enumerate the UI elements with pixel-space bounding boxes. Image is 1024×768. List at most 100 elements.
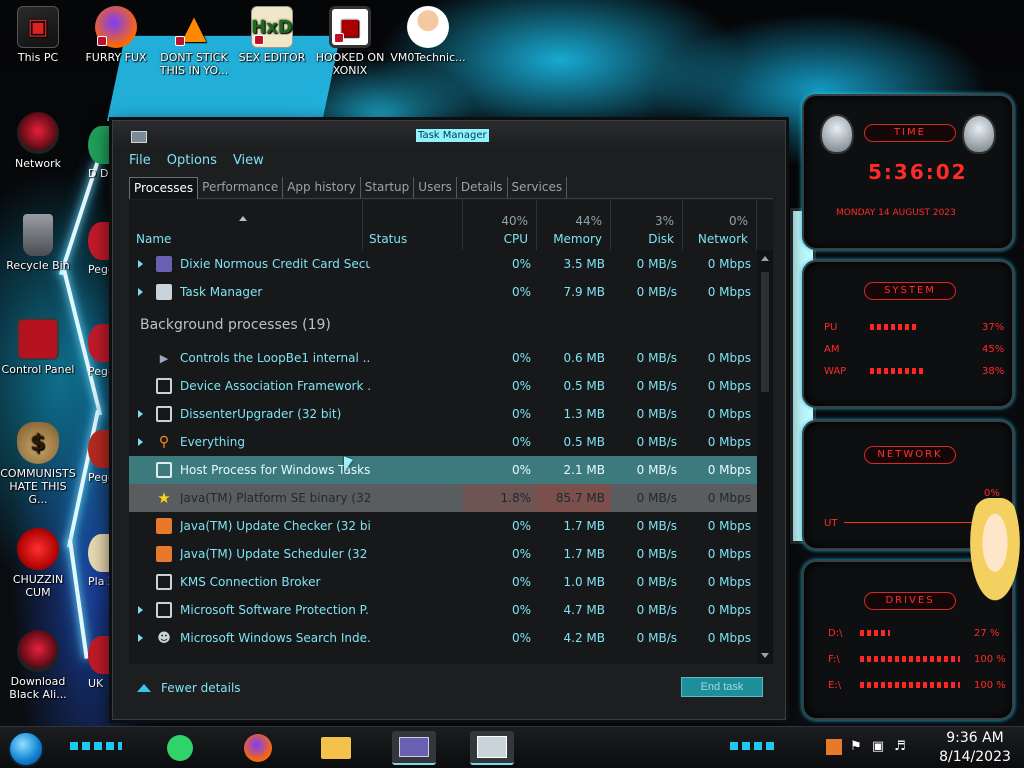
column-header-label: Disk: [648, 232, 674, 246]
hud-system-panel: SYSTEM PU 37% AM 45% WAP 38%: [802, 260, 1014, 408]
tab-startup[interactable]: Startup: [361, 177, 415, 198]
desktop-icon-recycle-bin[interactable]: Recycle Bin: [0, 214, 76, 272]
process-row[interactable]: Task Manager 0% 7.9 MB 0 MB/s 0 Mbps: [129, 278, 757, 306]
taskbar-decoration: [70, 742, 122, 750]
desktop-icon-peek[interactable]: D DU: [88, 126, 114, 180]
hud-drive-value: 27 %: [974, 628, 1000, 639]
desktop-icon-download-black-ali[interactable]: Download Black Ali...: [0, 630, 76, 701]
process-row[interactable]: ⚲ Everything 0% 0.5 MB 0 MB/s 0 Mbps: [129, 428, 757, 456]
tab-app-history[interactable]: App history: [283, 177, 361, 198]
desktop-icon-vm0technic[interactable]: VM0Technic...: [390, 6, 466, 64]
start-button[interactable]: [8, 731, 44, 767]
tab-details[interactable]: Details: [457, 177, 508, 198]
process-rows: Dixie Normous Credit Card Secu... 0% 3.5…: [129, 250, 757, 652]
firefox-icon: [95, 6, 137, 48]
java-tray-icon[interactable]: [826, 739, 842, 755]
expand-chevron-icon[interactable]: [138, 260, 143, 268]
credit-card-icon: [399, 737, 429, 757]
process-row-high-usage[interactable]: ★ Java(TM) Platform SE binary (32... 1.8…: [129, 484, 757, 512]
desktop-icon-dont-stick[interactable]: ▲ DONT STICK THIS IN YO...: [156, 6, 232, 78]
column-header-label: Status: [369, 232, 408, 246]
scroll-up-icon[interactable]: [761, 256, 769, 261]
process-disk: 0 MB/s: [636, 491, 677, 505]
tab-users[interactable]: Users: [414, 177, 457, 198]
credit-card-icon: [156, 256, 172, 272]
desktop-icon-this-pc[interactable]: ▣ This PC: [0, 6, 76, 64]
process-row[interactable]: DissenterUpgrader (32 bit) 0% 1.3 MB 0 M…: [129, 400, 757, 428]
column-header-memory[interactable]: 44% Memory: [537, 200, 611, 250]
process-row[interactable]: ☻ Microsoft Windows Search Inde... 0% 4.…: [129, 624, 757, 652]
title-bar[interactable]: Task Manager: [113, 121, 785, 151]
search-indexer-icon: ☻: [157, 630, 171, 646]
process-row[interactable]: Microsoft Software Protection P... 0% 4.…: [129, 596, 757, 624]
desktop-icon-furry-fux[interactable]: FURRY FUX: [78, 6, 154, 64]
process-row-selected[interactable]: Host Process for Windows Tasks 0% 2.1 MB…: [129, 456, 757, 484]
process-memory: 4.2 MB: [563, 631, 605, 645]
column-header-cpu[interactable]: 40% CPU: [463, 200, 537, 250]
taskbar-notes-app[interactable]: [158, 731, 202, 765]
end-task-button[interactable]: End task: [681, 677, 763, 697]
column-header-network[interactable]: 0% Network: [683, 200, 757, 250]
expand-chevron-icon[interactable]: [138, 634, 143, 642]
taskbar-firefox[interactable]: [236, 731, 280, 765]
process-disk: 0 MB/s: [636, 351, 677, 365]
process-cpu: 1.8%: [500, 491, 532, 505]
desktop-icon-peek[interactable]: Pla Zo: [88, 534, 114, 588]
taskbar-clock[interactable]: 9:36 AM 8/14/2023: [932, 729, 1018, 767]
column-header-disk[interactable]: 3% Disk: [611, 200, 683, 250]
tab-services[interactable]: Services: [508, 177, 568, 198]
column-header-label: Name: [136, 232, 172, 246]
volume-icon[interactable]: ♬: [892, 739, 908, 755]
process-row[interactable]: Java(TM) Update Scheduler (32 ... 0% 1.7…: [129, 540, 757, 568]
process-row[interactable]: Java(TM) Update Checker (32 bit) 0% 1.7 …: [129, 512, 757, 540]
taskbar-task-manager[interactable]: [470, 731, 514, 765]
desktop-icon-hooked-on-xonix[interactable]: ■ HOOKED ON XONIX: [312, 6, 388, 77]
process-memory: 0.5 MB: [563, 379, 605, 393]
desktop-icon-peek[interactable]: Pegg: [88, 222, 114, 276]
hud-system-bar: [870, 368, 926, 374]
process-network: 0 Mbps: [707, 285, 751, 299]
expand-chevron-icon[interactable]: [138, 288, 143, 296]
tab-processes[interactable]: Processes: [129, 177, 199, 199]
menu-options[interactable]: Options: [167, 153, 217, 175]
taskbar-credit-card-app[interactable]: [392, 731, 436, 765]
process-row[interactable]: Device Association Framework ... 0% 0.5 …: [129, 372, 757, 400]
desktop-icon-network[interactable]: Network: [0, 112, 76, 170]
desktop-icon-sex-editor[interactable]: HxD SEX EDITOR: [234, 6, 310, 64]
process-row[interactable]: ▶ Controls the LoopBe1 internal ... 0% 0…: [129, 344, 757, 372]
menu-view[interactable]: View: [233, 153, 264, 175]
desktop-icon-communists[interactable]: $ COMMUNISTS HATE THIS G...: [0, 422, 76, 506]
network-icon[interactable]: ▣: [870, 739, 886, 755]
scroll-down-icon[interactable]: [761, 653, 769, 658]
scrollbar-thumb[interactable]: [761, 272, 769, 392]
hud-drive-bar: [860, 656, 960, 662]
vertical-scrollbar[interactable]: [757, 250, 773, 664]
hud-system-label: AM: [824, 344, 840, 355]
desktop-icon-peek[interactable]: Pegg of Wa: [88, 430, 114, 484]
column-header-status[interactable]: Status: [363, 200, 463, 250]
chuzzle-icon: [17, 528, 59, 570]
taskbar: ⚑ ▣ ♬ 9:36 AM 8/14/2023: [0, 726, 1024, 768]
expand-chevron-icon[interactable]: [138, 410, 143, 418]
fewer-details-button[interactable]: Fewer details: [137, 681, 241, 695]
desktop-icon-peek[interactable]: Pegg De: [88, 324, 114, 378]
expand-chevron-icon[interactable]: [138, 438, 143, 446]
menu-file[interactable]: File: [129, 153, 151, 175]
process-row[interactable]: Dixie Normous Credit Card Secu... 0% 3.5…: [129, 250, 757, 278]
tab-performance[interactable]: Performance: [198, 177, 284, 198]
hud-system-value: 45%: [982, 344, 1005, 355]
mouse-cursor-icon: [344, 456, 353, 476]
app-icon: [88, 534, 114, 572]
hud-system-label: PU: [824, 322, 838, 333]
desktop-icon-chuzzin-cum[interactable]: CHUZZIN CUM: [0, 528, 76, 599]
expand-chevron-icon[interactable]: [138, 606, 143, 614]
process-row[interactable]: KMS Connection Broker 0% 1.0 MB 0 MB/s 0…: [129, 568, 757, 596]
taskbar-file-explorer[interactable]: [314, 731, 358, 765]
desktop-icon-peek[interactable]: UK: [88, 636, 114, 690]
desktop-icon-control-panel[interactable]: Control Panel: [0, 318, 76, 376]
app-icon: [88, 222, 114, 260]
column-headers: Name Status 40% CPU 44% Memory 3% Disk 0…: [129, 200, 757, 250]
column-header-name[interactable]: Name: [129, 200, 363, 250]
hud-system-value: 38%: [982, 366, 1005, 377]
flag-icon[interactable]: ⚑: [848, 739, 864, 755]
